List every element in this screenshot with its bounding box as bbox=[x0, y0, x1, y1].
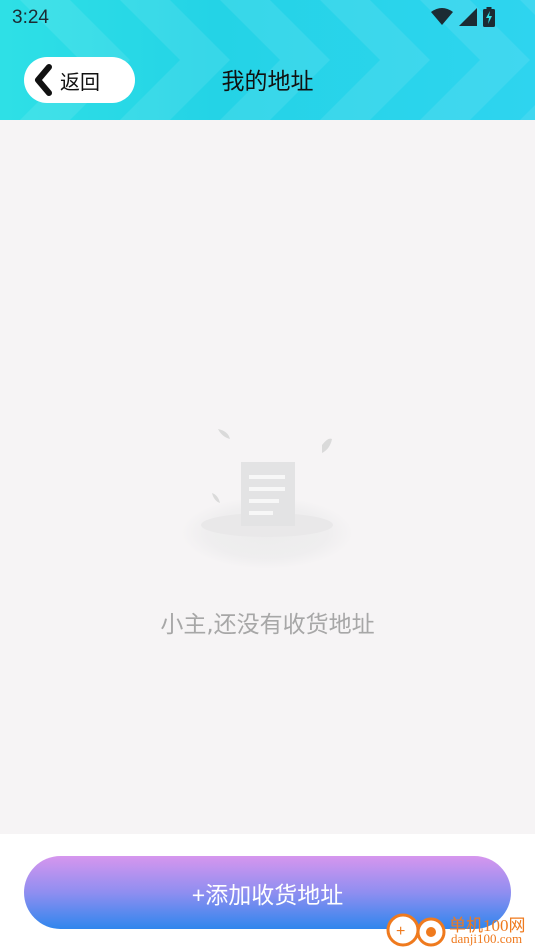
back-label: 返回 bbox=[60, 69, 100, 94]
signal-icon bbox=[459, 8, 477, 26]
chevron-left-icon bbox=[35, 64, 52, 96]
wifi-icon bbox=[431, 8, 453, 25]
watermark-logo: + bbox=[386, 913, 446, 947]
empty-state: 小主,还没有收货地址 bbox=[0, 120, 535, 834]
back-button[interactable]: 返回 bbox=[24, 57, 135, 103]
watermark: + 单机100网 danji100.com bbox=[385, 908, 535, 951]
svg-text:+: + bbox=[396, 923, 405, 940]
watermark-url: danji100.com bbox=[451, 931, 523, 946]
empty-message: 小主,还没有收货地址 bbox=[160, 612, 375, 638]
app-header: 3:24 返回 我的地址 bbox=[0, 0, 535, 120]
empty-document-icon bbox=[181, 429, 353, 569]
status-icons bbox=[431, 7, 495, 27]
battery-charging-icon bbox=[483, 7, 495, 27]
status-time: 3:24 bbox=[12, 7, 49, 28]
